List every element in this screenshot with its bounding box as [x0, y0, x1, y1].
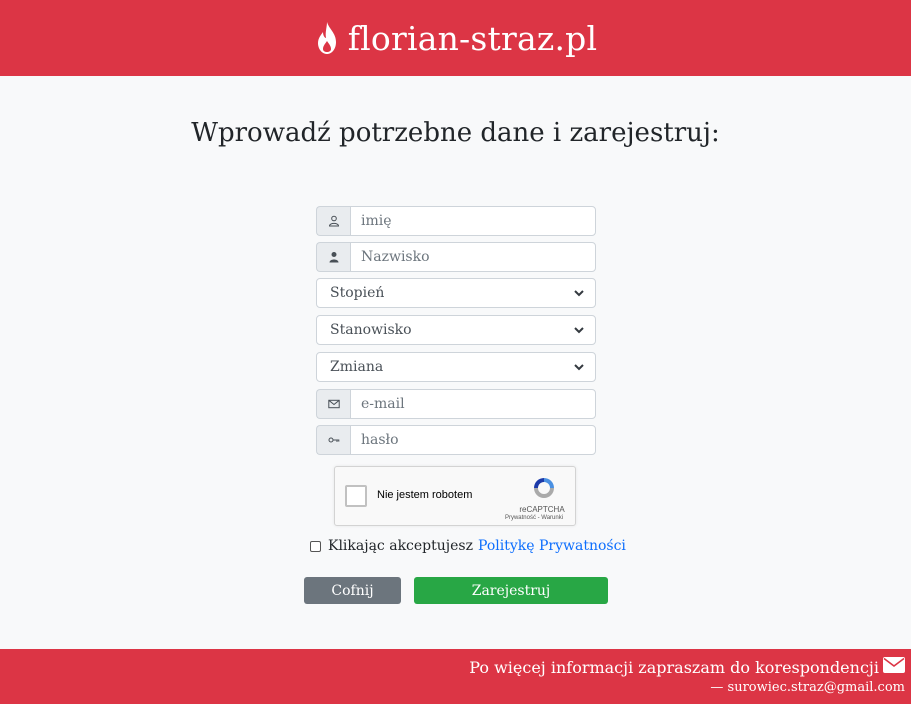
envelope-icon[interactable]: [883, 657, 905, 677]
password-group: [316, 425, 596, 455]
chevron-down-icon: [573, 361, 585, 373]
position-select-value: Stanowisko: [330, 322, 412, 338]
fire-icon: [314, 21, 340, 55]
site-header: florian-straz.pl: [0, 0, 911, 76]
key-icon: [316, 425, 350, 455]
email-input[interactable]: [350, 389, 596, 419]
last-name-group: [316, 242, 596, 272]
recaptcha-logo-icon: [531, 475, 557, 501]
shift-select[interactable]: Zmiana: [316, 352, 596, 382]
recaptcha-brand: reCAPTCHA: [519, 505, 565, 514]
first-name-input[interactable]: [350, 206, 596, 236]
footer-info-text: Po więcej informacji zapraszam do koresp…: [469, 657, 879, 677]
recaptcha-widget: Nie jestem robotem reCAPTCHA Prywatność …: [334, 466, 576, 526]
password-input[interactable]: [350, 425, 596, 455]
back-button[interactable]: Cofnij: [304, 577, 401, 604]
consent-text: Klikając akceptujesz: [328, 538, 473, 554]
brand[interactable]: florian-straz.pl: [314, 19, 597, 58]
rank-select-value: Stopień: [330, 285, 385, 301]
recaptcha-links[interactable]: Prywatność - Warunki: [495, 515, 573, 521]
chevron-down-icon: [573, 287, 585, 299]
chevron-down-icon: [573, 324, 585, 336]
email-group: [316, 389, 596, 419]
position-select[interactable]: Stanowisko: [316, 315, 596, 345]
privacy-consent: Klikając akceptujesz Politykę Prywatnośc…: [310, 538, 626, 554]
page-heading: Wprowadź potrzebne dane i zarejestruj:: [191, 118, 720, 148]
footer-info: Po więcej informacji zapraszam do koresp…: [469, 657, 905, 677]
first-name-group: [316, 206, 596, 236]
rank-select[interactable]: Stopień: [316, 278, 596, 308]
footer-email[interactable]: — surowiec.straz@gmail.com: [710, 680, 905, 695]
recaptcha-label: Nie jestem robotem: [377, 489, 473, 501]
recaptcha-checkbox[interactable]: [345, 485, 367, 507]
user-icon: [316, 242, 350, 272]
register-button[interactable]: Zarejestruj: [414, 577, 608, 604]
site-footer: Po więcej informacji zapraszam do koresp…: [0, 649, 911, 704]
last-name-input[interactable]: [350, 242, 596, 272]
privacy-policy-link[interactable]: Politykę Prywatności: [478, 538, 626, 554]
privacy-checkbox[interactable]: [310, 540, 321, 552]
envelope-icon: [316, 389, 350, 419]
user-outline-icon: [316, 206, 350, 236]
brand-title: florian-straz.pl: [347, 18, 598, 58]
registration-form: Stopień Stanowisko Zmiana: [316, 206, 596, 461]
shift-select-value: Zmiana: [330, 359, 384, 375]
